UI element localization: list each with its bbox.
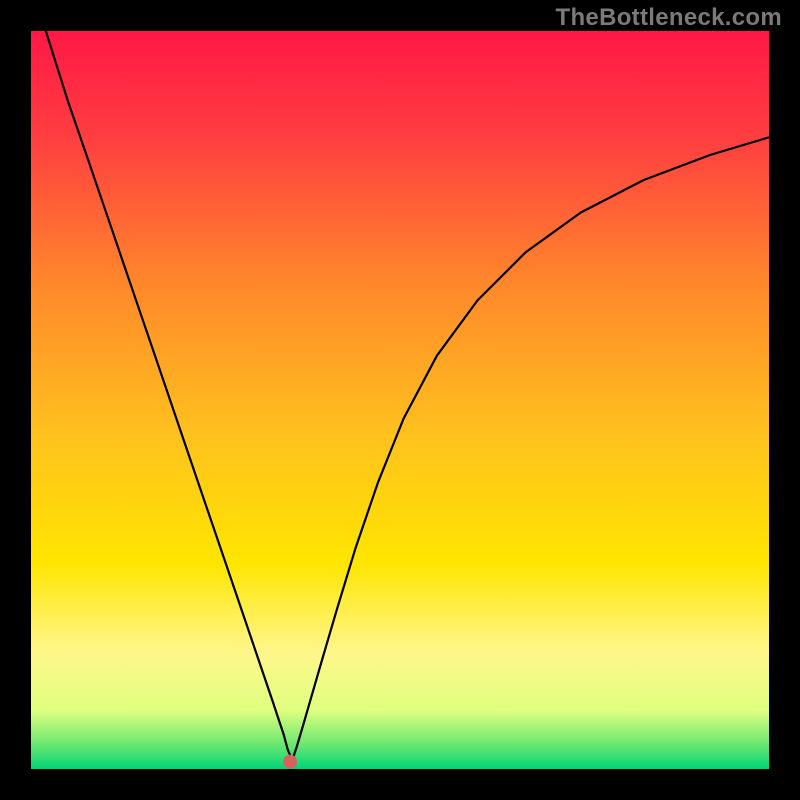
watermark-text: TheBottleneck.com [556,4,782,32]
bottleneck-chart [0,0,800,800]
chart-frame: TheBottleneck.com [0,0,800,800]
plot-background [31,31,769,769]
optimum-marker [283,755,297,769]
